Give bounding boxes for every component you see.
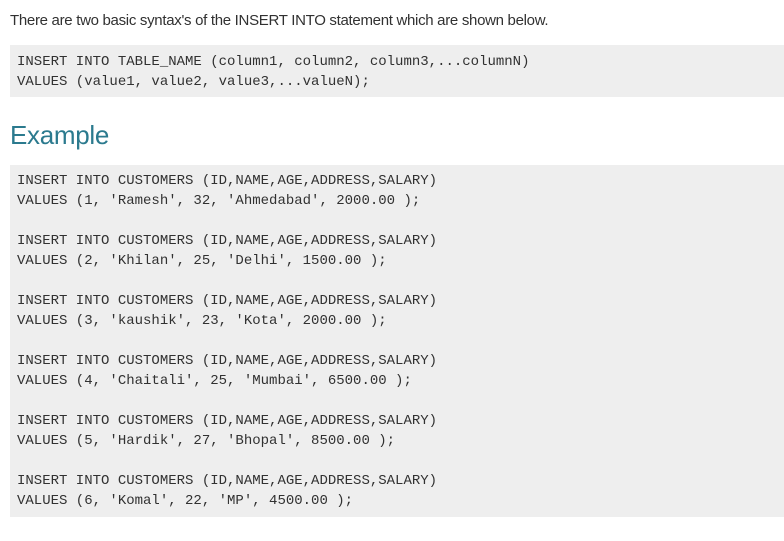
example-insert-line: INSERT INTO CUSTOMERS (ID,NAME,AGE,ADDRE… <box>17 473 438 489</box>
example-heading: Example <box>10 120 110 150</box>
example-values-line: VALUES (3, 'kaushik', 23, 'Kota', 2000.0… <box>17 313 387 329</box>
example-insert-line: INSERT INTO CUSTOMERS (ID,NAME,AGE,ADDRE… <box>17 233 438 249</box>
example-insert-line: INSERT INTO CUSTOMERS (ID,NAME,AGE,ADDRE… <box>17 353 438 369</box>
example-code-block: INSERT INTO CUSTOMERS (ID,NAME,AGE,ADDRE… <box>10 165 784 517</box>
syntax-insert-line: INSERT INTO TABLE_NAME (column1, column2… <box>17 54 530 70</box>
example-values-line: VALUES (6, 'Komal', 22, 'MP', 4500.00 ); <box>17 493 354 509</box>
example-insert-line: INSERT INTO CUSTOMERS (ID,NAME,AGE,ADDRE… <box>17 293 438 309</box>
example-values-line: VALUES (4, 'Chaitali', 25, 'Mumbai', 650… <box>17 373 412 389</box>
example-insert-line: INSERT INTO CUSTOMERS (ID,NAME,AGE,ADDRE… <box>17 413 438 429</box>
example-values-line: VALUES (5, 'Hardik', 27, 'Bhopal', 8500.… <box>17 433 396 449</box>
example-insert-line: INSERT INTO CUSTOMERS (ID,NAME,AGE,ADDRE… <box>17 173 438 189</box>
syntax-values-line: VALUES (value1, value2, value3,...valueN… <box>17 74 370 90</box>
intro-paragraph: There are two basic syntax's of the INSE… <box>10 12 549 29</box>
syntax-code-block: INSERT INTO TABLE_NAME (column1, column2… <box>10 45 784 97</box>
example-values-line: VALUES (2, 'Khilan', 25, 'Delhi', 1500.0… <box>17 253 387 269</box>
example-values-line: VALUES (1, 'Ramesh', 32, 'Ahmedabad', 20… <box>17 193 421 209</box>
